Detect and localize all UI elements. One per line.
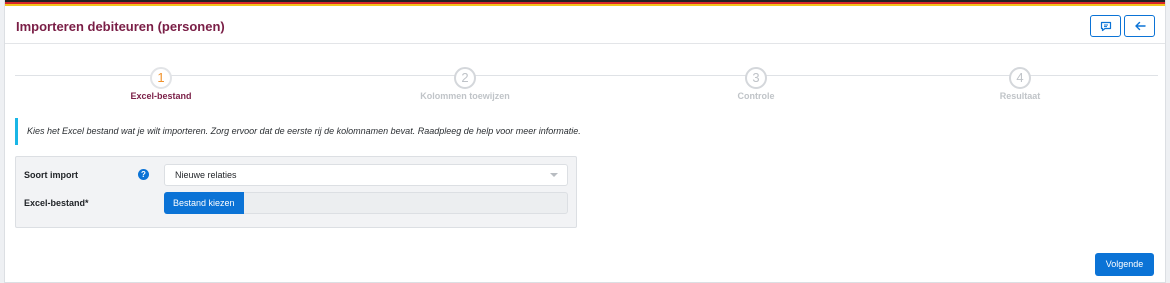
- step-number: 2: [454, 67, 476, 89]
- import-panel: Importeren debiteuren (personen) 1 Excel…: [4, 0, 1166, 283]
- step-label: Controle: [737, 91, 775, 101]
- import-type-value: Nieuwe relaties: [175, 170, 237, 180]
- step-label: Excel-bestand: [130, 91, 192, 101]
- info-message: Kies het Excel bestand wat je wilt impor…: [15, 118, 581, 145]
- step-label: Kolommen toewijzen: [420, 91, 510, 101]
- step-kolommen-toewijzen: 2 Kolommen toewijzen: [375, 67, 555, 101]
- import-type-label: Soort import: [24, 170, 78, 180]
- step-number: 1: [150, 67, 172, 89]
- file-label: Excel-bestand*: [24, 198, 89, 208]
- import-type-select[interactable]: Nieuwe relaties: [164, 164, 568, 186]
- file-input[interactable]: Bestand kiezen: [164, 192, 568, 214]
- panel-header: Importeren debiteuren (personen): [5, 6, 1165, 44]
- comment-button[interactable]: [1090, 15, 1121, 37]
- step-controle: 3 Controle: [666, 67, 846, 101]
- step-excel-bestand: 1 Excel-bestand: [71, 67, 251, 101]
- comment-icon: [1100, 21, 1111, 31]
- help-icon[interactable]: ?: [138, 169, 149, 180]
- step-label: Resultaat: [999, 91, 1041, 101]
- step-resultaat: 4 Resultaat: [930, 67, 1110, 101]
- import-form: Soort import ? Nieuwe relaties Excel-bes…: [15, 156, 577, 228]
- step-number: 3: [745, 67, 767, 89]
- page-title: Importeren debiteuren (personen): [16, 19, 225, 34]
- back-button[interactable]: [1124, 15, 1155, 37]
- arrow-left-icon: [1134, 21, 1146, 31]
- step-number: 4: [1009, 67, 1031, 89]
- next-button[interactable]: Volgende: [1095, 253, 1154, 276]
- choose-file-button[interactable]: Bestand kiezen: [164, 192, 244, 214]
- chevron-down-icon: [550, 173, 558, 177]
